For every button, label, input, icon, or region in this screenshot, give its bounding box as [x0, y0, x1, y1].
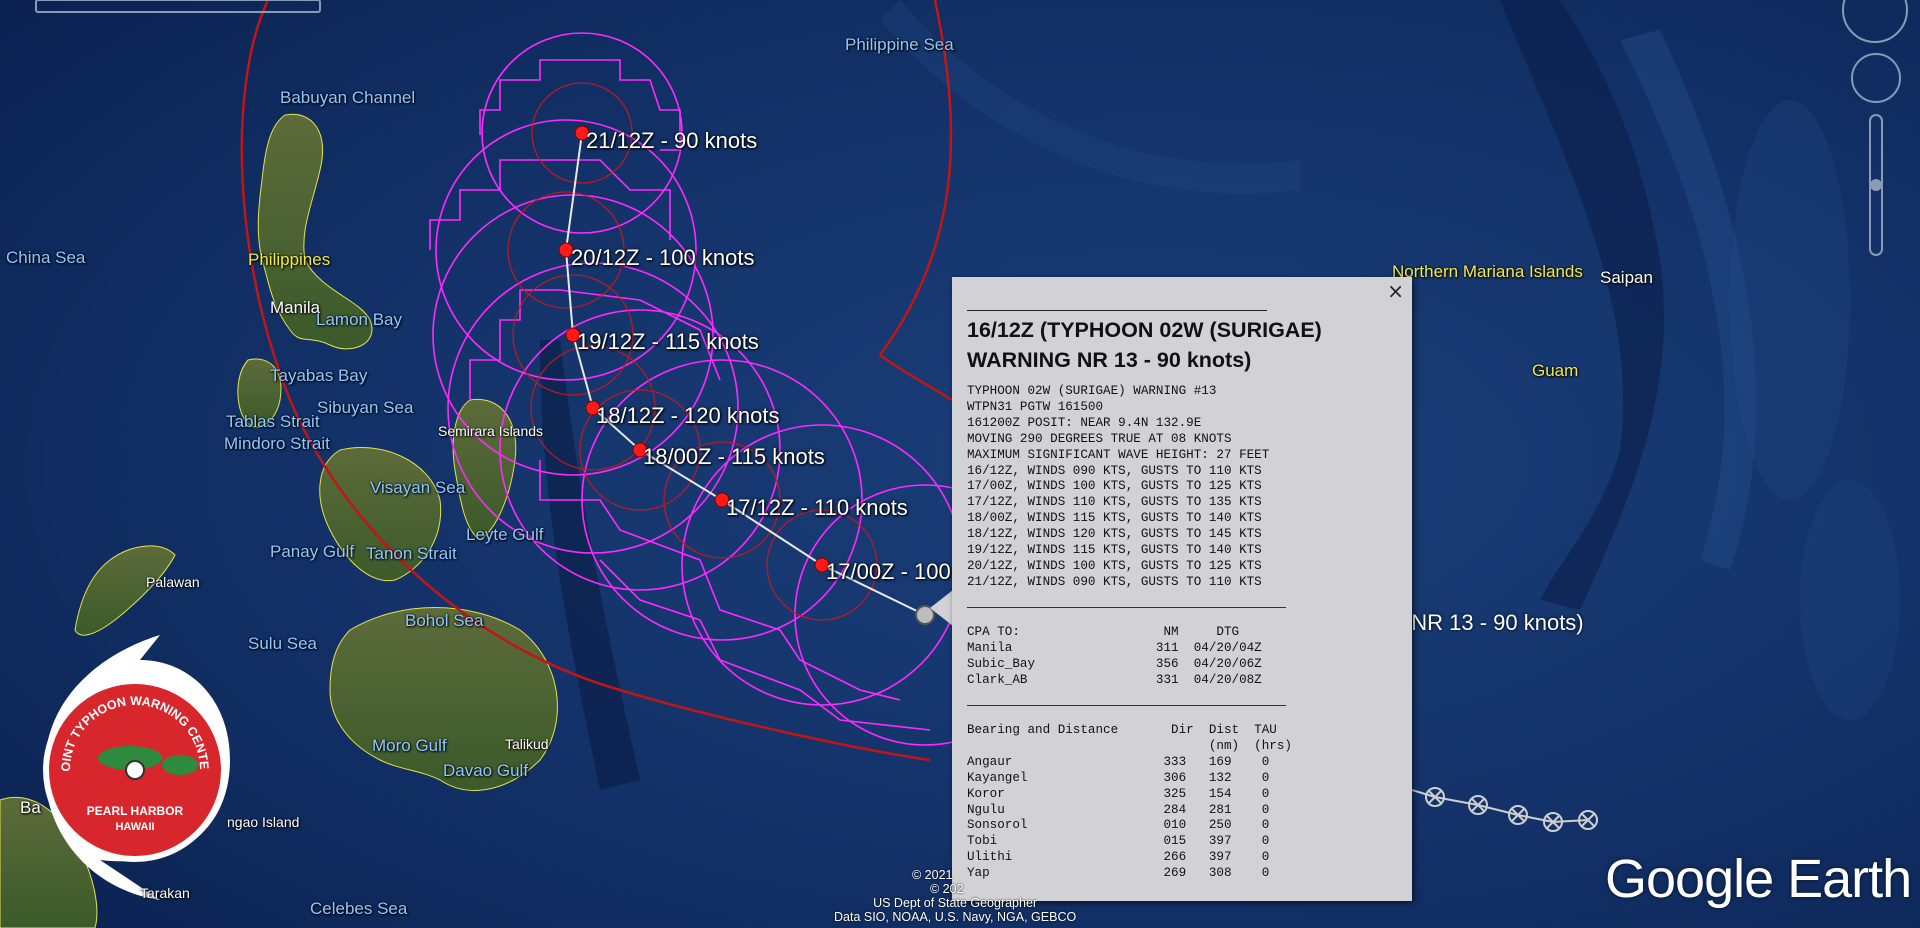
forecast-label-17-00z[interactable]: 17/00Z - 100: [826, 559, 951, 585]
map-label-ba[interactable]: Ba: [20, 798, 41, 818]
map-label-tarakan[interactable]: Tarakan: [140, 885, 190, 901]
map-attribution: © 2021 © 202 US Dept of State Geographer…: [834, 868, 1076, 924]
forecast-label-19-12z[interactable]: 19/12Z - 115 knots: [577, 329, 759, 355]
map-label-sibuyan-sea[interactable]: Sibuyan Sea: [317, 398, 413, 418]
map-label-manila[interactable]: Manila: [270, 298, 320, 318]
map-label-talikud[interactable]: Talikud: [505, 736, 549, 752]
forecast-label-21-12z[interactable]: 21/12Z - 90 knots: [586, 128, 757, 154]
map-label-guam[interactable]: Guam: [1532, 361, 1578, 381]
map-label-china-sea[interactable]: China Sea: [6, 248, 85, 268]
map-label-philippines[interactable]: Philippines: [248, 250, 330, 270]
divider: [967, 607, 1286, 608]
map-label-tablas-strait[interactable]: Tablas Strait: [226, 412, 320, 432]
forecast-label-18-12z[interactable]: 18/12Z - 120 knots: [596, 403, 779, 429]
attribution-line: US Dept of State Geographer: [873, 896, 1038, 910]
popup-title: 16/12Z (TYPHOON 02W (SURIGAE) WARNING NR…: [967, 318, 1322, 372]
map-label-philippine-sea[interactable]: Philippine Sea: [845, 35, 954, 55]
divider: [967, 310, 1267, 311]
cpa-table: CPA TO: NM DTG Manila 311 04/20/04Z Subi…: [967, 625, 1262, 687]
popup-pointer: [930, 590, 953, 626]
warning-text: TYPHOON 02W (SURIGAE) WARNING #13 WTPN31…: [967, 384, 1270, 589]
close-icon[interactable]: ×: [1387, 279, 1404, 303]
map-label-semirara-islands[interactable]: Semirara Islands: [438, 423, 543, 439]
map-label-mindoro-strait[interactable]: Mindoro Strait: [224, 434, 330, 454]
map-label-tanon-strait[interactable]: Tanon Strait: [366, 544, 457, 564]
warning-info-popup[interactable]: × 16/12Z (TYPHOON 02W (SURIGAE) WARNING …: [952, 277, 1412, 901]
map-label-lamon-bay[interactable]: Lamon Bay: [316, 310, 402, 330]
map-label-sulu-sea[interactable]: Sulu Sea: [248, 634, 317, 654]
forecast-label-20-12z[interactable]: 20/12Z - 100 knots: [571, 245, 754, 271]
forecast-label-17-12z[interactable]: 17/12Z - 110 knots: [726, 495, 908, 521]
current-position-label[interactable]: G NR 13 - 90 knots): [1388, 610, 1584, 636]
map-label-visayan-sea[interactable]: Visayan Sea: [370, 478, 465, 498]
jtwc-logo-line2: PEARL HARBOR: [87, 804, 184, 818]
map-label-northern-mariana-islands[interactable]: Northern Mariana Islands: [1392, 262, 1583, 282]
map-label-tayabas-bay[interactable]: Tayabas Bay: [270, 366, 367, 386]
map-label-babuyan-channel[interactable]: Babuyan Channel: [280, 88, 415, 108]
attribution-line: © 202: [930, 882, 964, 896]
google-earth-logo: Google Earth: [1605, 849, 1912, 909]
map-label-bohol-sea[interactable]: Bohol Sea: [405, 611, 483, 631]
jtwc-logo-line3: HAWAII: [115, 821, 154, 833]
map-label-leyte-gulf[interactable]: Leyte Gulf: [466, 525, 544, 545]
attribution-line: Data SIO, NOAA, U.S. Navy, NGA, GEBCO: [834, 910, 1077, 924]
map-label-panay-gulf[interactable]: Panay Gulf: [270, 542, 354, 562]
divider: [967, 705, 1286, 706]
map-label-moro-gulf[interactable]: Moro Gulf: [372, 736, 447, 756]
forecast-label-18-00z[interactable]: 18/00Z - 115 knots: [643, 444, 825, 470]
zoom-thumb-icon[interactable]: [1870, 179, 1882, 191]
map-label-davao-gulf[interactable]: Davao Gulf: [443, 761, 528, 781]
attribution-line: © 2021: [912, 868, 953, 882]
bearing-distance-table: Bearing and Distance Dir Dist TAU (nm) (…: [967, 723, 1292, 881]
map-label-ngao-island[interactable]: ngao Island: [227, 814, 299, 830]
map-label-celebes-sea[interactable]: Celebes Sea: [310, 899, 407, 919]
map-label-palawan[interactable]: Palawan: [146, 574, 200, 590]
map-label-saipan[interactable]: Saipan: [1600, 268, 1653, 288]
